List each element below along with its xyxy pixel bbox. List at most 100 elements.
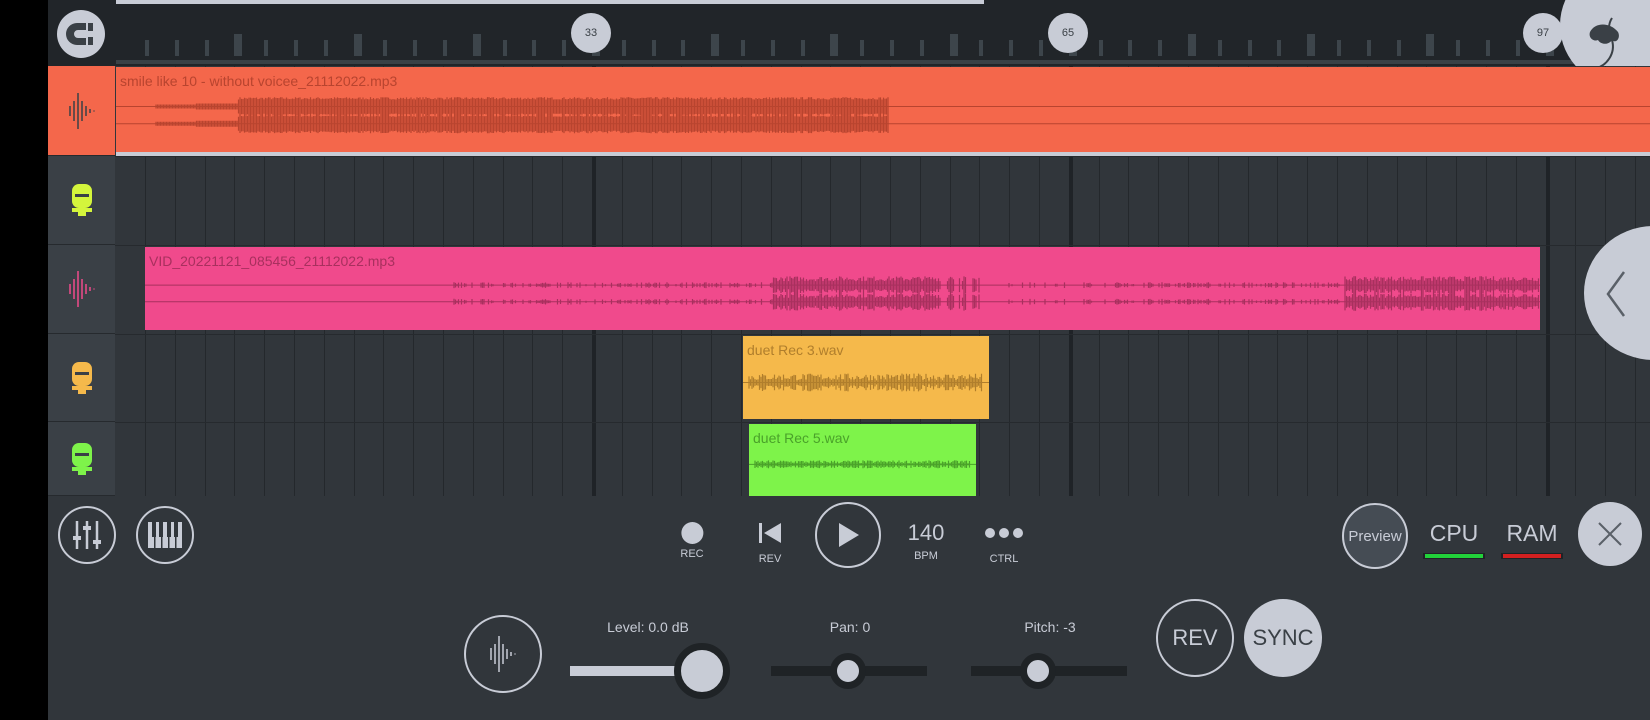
- ram-meter: RAM: [1501, 520, 1563, 559]
- track-header-2[interactable]: [48, 156, 115, 245]
- sync-label: SYNC: [1252, 625, 1314, 650]
- ruler-tick: [1307, 34, 1316, 56]
- level-slider-knob[interactable]: [674, 643, 730, 699]
- ruler-tick: [294, 40, 298, 56]
- reverse-button[interactable]: REV: [1156, 599, 1234, 677]
- microphone-icon: [71, 184, 92, 216]
- ruler-tick: [1366, 40, 1371, 56]
- track-header-4[interactable]: [48, 334, 115, 422]
- ruler-tick: [234, 34, 243, 56]
- tempo-label: BPM: [914, 550, 938, 562]
- ruler-tick: [1128, 40, 1133, 56]
- preview-button[interactable]: Preview: [1342, 503, 1408, 569]
- reverse-label: REV: [1172, 625, 1218, 650]
- control-button[interactable]: CTRL: [984, 522, 1024, 565]
- left-edge: [0, 0, 48, 720]
- audio-clip[interactable]: VID_20221121_085456_21112022.mp3: [145, 247, 1540, 330]
- mixer-button[interactable]: [58, 506, 116, 564]
- piano-roll-button[interactable]: [136, 506, 194, 564]
- bar-marker[interactable]: 65: [1048, 13, 1088, 53]
- ruler-tick: [204, 40, 209, 56]
- ruler-tick: [711, 34, 720, 56]
- audio-clip[interactable]: duet Rec 5.wav: [749, 424, 976, 496]
- transport-toolbar: REC REV 140 BPM CTRL Preview CPU RAM: [48, 496, 1650, 590]
- ruler-tick: [1188, 34, 1196, 56]
- ruler-tick: [383, 40, 388, 56]
- cpu-meter: CPU: [1423, 520, 1485, 559]
- audio-clip[interactable]: duet Rec 3.wav: [743, 336, 989, 419]
- ruler-tick: [353, 34, 362, 56]
- rewind-label: REV: [758, 553, 782, 565]
- ruler-tick: [741, 40, 745, 56]
- magnet-icon: [66, 23, 93, 45]
- pan-slider-knob[interactable]: [830, 653, 866, 689]
- snap-magnet-button[interactable]: [57, 10, 105, 58]
- rewind-button[interactable]: REV: [757, 522, 783, 565]
- cpu-label: CPU: [1429, 520, 1479, 546]
- record-icon: [680, 522, 703, 544]
- record-button[interactable]: REC: [680, 522, 704, 560]
- audio-clip[interactable]: smile like 10 - without voicee_21112022.…: [116, 67, 1650, 153]
- track-divider: [115, 334, 1650, 335]
- level-label: Level: 0.0 dB: [607, 619, 689, 635]
- ruler-tick: [1098, 40, 1103, 56]
- ruler-tick: [472, 34, 481, 56]
- bar-marker[interactable]: 33: [571, 13, 611, 53]
- song-position-bar[interactable]: [116, 0, 984, 4]
- track-header-1[interactable]: [48, 66, 115, 156]
- ram-label: RAM: [1506, 520, 1558, 546]
- play-button[interactable]: [815, 502, 881, 568]
- ruler-tick: [1515, 40, 1520, 56]
- ruler-tick: [1426, 34, 1435, 56]
- chevron-left-icon: [1606, 271, 1626, 317]
- ruler-tick: [890, 40, 894, 56]
- preview-label: Preview: [1348, 527, 1402, 545]
- cpu-bar-track: [1423, 553, 1485, 559]
- skip-back-icon: [759, 523, 781, 543]
- pan-label: Pan: 0: [829, 619, 871, 635]
- track-divider: [115, 245, 1650, 246]
- waveform-icon: [68, 92, 95, 129]
- ruler-tick: [413, 40, 418, 56]
- ruler-tick: [174, 40, 179, 56]
- ruler-tick: [830, 34, 839, 56]
- ruler-tick: [502, 40, 507, 56]
- ruler-tick: [681, 40, 686, 56]
- ram-bar-fill: [1503, 554, 1561, 558]
- ruler-tick: [1337, 40, 1341, 56]
- ruler-tick: [621, 40, 626, 56]
- track-header-3[interactable]: [48, 245, 115, 334]
- clip-name: smile like 10 - without voicee_21112022.…: [120, 73, 398, 89]
- ruler-tick: [1277, 40, 1282, 56]
- clip-waveform-button[interactable]: [464, 615, 542, 693]
- clip-name: VID_20221121_085456_21112022.mp3: [149, 253, 395, 269]
- playlist[interactable]: smile like 10 - without voicee_21112022.…: [48, 66, 1650, 496]
- microphone-icon: [71, 361, 92, 394]
- ruler-tick: [1396, 40, 1401, 56]
- clip-bottom-bar: [116, 152, 1650, 156]
- mixer-icon: [73, 521, 101, 549]
- sync-button[interactable]: SYNC: [1244, 599, 1322, 677]
- more-dots-icon: [985, 528, 1023, 538]
- ruler-divider: [116, 60, 1650, 64]
- ruler-tick: [562, 40, 567, 56]
- waveform-icon: [490, 636, 516, 672]
- ruler-tick: [1158, 40, 1163, 56]
- tempo-button[interactable]: 140 BPM: [908, 520, 945, 562]
- ruler-tick: [979, 40, 984, 56]
- close-button[interactable]: [1578, 502, 1642, 566]
- track-divider: [115, 156, 1650, 157]
- record-label: REC: [680, 548, 704, 560]
- ruler-tick: [264, 40, 269, 56]
- close-icon: [1598, 522, 1622, 546]
- ruler-tick: [800, 40, 805, 56]
- bar-marker[interactable]: 97: [1523, 13, 1563, 53]
- ram-bar-track: [1501, 553, 1563, 559]
- track-divider: [115, 422, 1650, 423]
- ruler-tick: [1009, 40, 1014, 56]
- pitch-slider-knob[interactable]: [1020, 653, 1056, 689]
- ruler-tick: [860, 40, 865, 56]
- timeline-ruler[interactable]: 33 65 97: [48, 0, 1650, 66]
- ruler-tick: [323, 40, 328, 56]
- track-header-5[interactable]: [48, 422, 115, 496]
